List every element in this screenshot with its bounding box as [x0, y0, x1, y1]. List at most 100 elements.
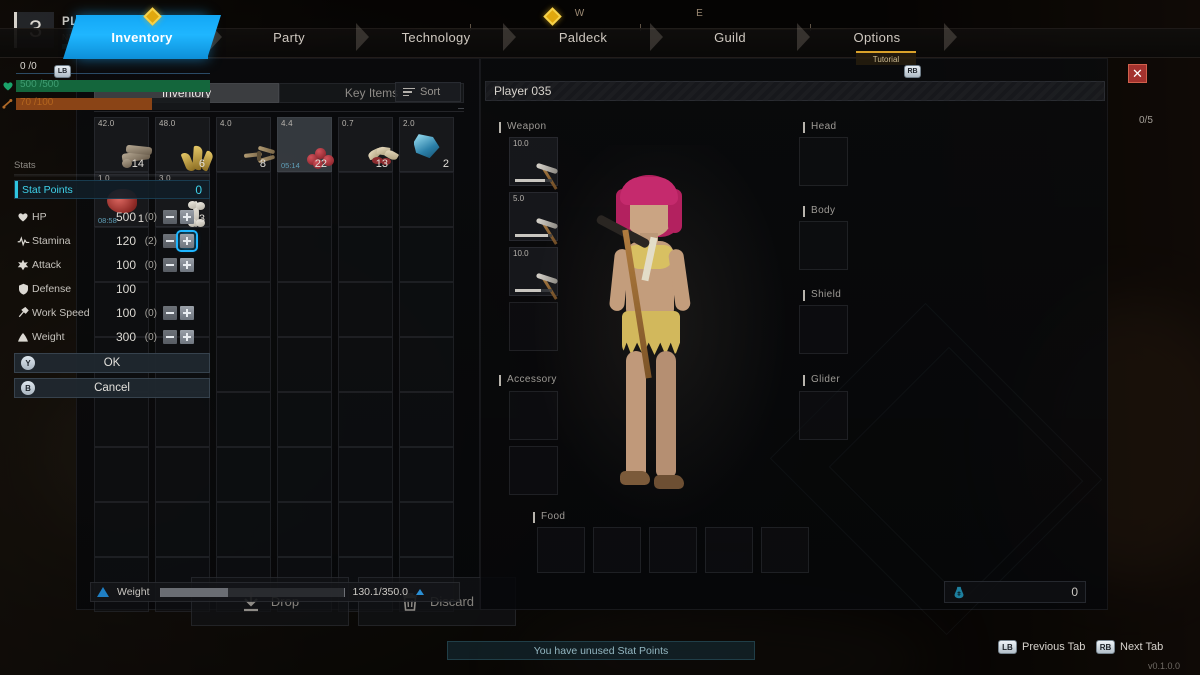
page-title: Player 035: [494, 84, 552, 98]
stat-points-label: Stat Points: [22, 183, 73, 196]
inventory-slot-empty[interactable]: [277, 282, 332, 337]
quest-marker-right-icon: [543, 7, 562, 26]
inventory-slot-empty[interactable]: [216, 392, 271, 447]
inventory-slot-empty[interactable]: [277, 392, 332, 447]
inventory-slot-empty[interactable]: [277, 447, 332, 502]
shield-slot[interactable]: [799, 305, 848, 354]
stamina-decrement-button[interactable]: [163, 234, 177, 248]
stat-value-hp: 500: [115, 210, 136, 224]
inventory-slot-empty[interactable]: [277, 337, 332, 392]
stats-divider: [14, 174, 210, 177]
inventory-slot-empty[interactable]: [399, 392, 454, 447]
attack-increment-button[interactable]: [180, 258, 194, 272]
attack-icon: [14, 259, 32, 271]
character-leg-left: [626, 351, 646, 477]
weight-decrement-button[interactable]: [163, 330, 177, 344]
inventory-slot-empty[interactable]: [277, 502, 332, 557]
b-button-glyph: B: [21, 381, 35, 395]
heart-icon: [14, 211, 32, 223]
inventory-slot[interactable]: 2.0 2: [399, 117, 454, 172]
tab-separator: [797, 23, 810, 51]
tab-technology[interactable]: Technology: [370, 15, 502, 59]
rb-key-icon: RB: [1096, 640, 1115, 654]
inventory-slot-empty[interactable]: [338, 282, 393, 337]
work-speed-increment-button[interactable]: [180, 306, 194, 320]
inventory-slot-empty[interactable]: [216, 337, 271, 392]
inventory-slot-empty[interactable]: [216, 282, 271, 337]
shield-icon: [14, 283, 32, 295]
status-toast: You have unused Stat Points: [447, 641, 755, 660]
quest-marker-left-icon: [143, 7, 162, 26]
inventory-slot-empty[interactable]: [155, 502, 210, 557]
inventory-slot-empty[interactable]: [277, 227, 332, 282]
sort-icon: [403, 87, 415, 97]
equipment-label-head: Head: [803, 121, 837, 133]
stat-points-value: 0: [195, 182, 202, 197]
inventory-slot-empty[interactable]: [399, 447, 454, 502]
hp-decrement-button[interactable]: [163, 210, 177, 224]
inventory-slot-empty[interactable]: [216, 502, 271, 557]
inventory-slot-empty[interactable]: [94, 447, 149, 502]
stamina-increment-button[interactable]: [176, 230, 198, 252]
weight-triangle-icon: [97, 587, 109, 597]
next-tab-hint[interactable]: RB Next Tab: [1096, 640, 1163, 654]
shield-bar-row: 0 /0: [0, 61, 212, 75]
glider-slot[interactable]: [799, 391, 848, 440]
inventory-slot-empty[interactable]: [399, 172, 454, 227]
inventory-slot[interactable]: 4.4 05:14 22: [277, 117, 334, 172]
tab-inventory-label: Inventory: [111, 29, 173, 45]
weight-track: [159, 587, 345, 597]
work-speed-decrement-button[interactable]: [163, 306, 177, 320]
inventory-slot-empty[interactable]: [216, 172, 271, 227]
inventory-slot[interactable]: 4.0 8: [216, 117, 275, 172]
tab-party[interactable]: Party: [223, 15, 355, 59]
close-icon[interactable]: ✕: [1128, 64, 1147, 83]
character-leg-right: [656, 351, 676, 477]
stat-bonus-stamina: (2): [144, 235, 157, 247]
weight-increment-button[interactable]: [180, 330, 194, 344]
left-bumper-icon[interactable]: LB: [54, 65, 71, 78]
inventory-slot[interactable]: 0.7 13: [338, 117, 399, 172]
sort-button[interactable]: Sort: [395, 82, 461, 102]
stat-row-work-speed: Work Speed 100 (0): [14, 303, 210, 323]
previous-tab-hint[interactable]: LB Previous Tab: [998, 640, 1085, 654]
body-slot[interactable]: [799, 221, 848, 270]
bone-icon: [2, 99, 13, 109]
inventory-slot-empty[interactable]: [94, 502, 149, 557]
inventory-slot-empty[interactable]: [277, 172, 332, 227]
inventory-slot-empty[interactable]: [155, 392, 210, 447]
inventory-slot-empty[interactable]: [399, 337, 454, 392]
inventory-slot-weight: 0.7: [342, 119, 354, 128]
inventory-slot-empty[interactable]: [338, 502, 393, 557]
inventory-slot-empty[interactable]: [155, 447, 210, 502]
inventory-slot-empty[interactable]: [338, 227, 393, 282]
tab-options[interactable]: Options: [811, 15, 943, 59]
equipment-label-shield: Shield: [803, 289, 841, 301]
stat-bonus-hp: (0): [144, 211, 157, 223]
inventory-slot-empty[interactable]: [216, 447, 271, 502]
previous-tab-label: Previous Tab: [1022, 641, 1086, 653]
hp-increment-button[interactable]: [180, 210, 194, 224]
inventory-slot-empty[interactable]: [338, 392, 393, 447]
head-slot[interactable]: [799, 137, 848, 186]
tab-paldeck-label: Paldeck: [558, 29, 608, 45]
inventory-slot-empty[interactable]: [399, 502, 454, 557]
tab-paldeck[interactable]: Paldeck: [517, 15, 649, 59]
inventory-slot-empty[interactable]: [338, 447, 393, 502]
stat-points-row: Stat Points 0: [14, 180, 210, 199]
attack-decrement-button[interactable]: [163, 258, 177, 272]
tab-inventory[interactable]: Inventory: [76, 15, 208, 59]
ok-button[interactable]: Y OK: [14, 353, 210, 373]
inventory-slot-empty[interactable]: [399, 282, 454, 337]
tab-guild[interactable]: Guild: [664, 15, 796, 59]
inventory-slot-empty[interactable]: [338, 337, 393, 392]
inventory-slot-empty[interactable]: [399, 227, 454, 282]
inventory-slot-empty[interactable]: [94, 392, 149, 447]
shield-bar-line: [16, 73, 210, 74]
character-hair-front: [620, 177, 678, 205]
right-bumper-icon[interactable]: RB: [904, 65, 921, 78]
inventory-slot-empty[interactable]: [216, 227, 271, 282]
cancel-button[interactable]: B Cancel: [14, 378, 210, 398]
inventory-slot-weight: 4.0: [220, 119, 232, 128]
inventory-slot-empty[interactable]: [338, 172, 393, 227]
